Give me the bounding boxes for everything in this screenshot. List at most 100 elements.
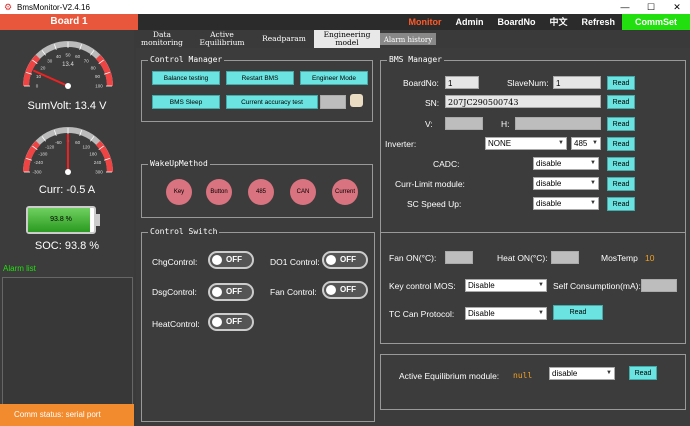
read-curr-limit-button[interactable]: Read <box>607 177 635 191</box>
gauge-tick-label: 240 <box>94 160 102 165</box>
fan-control-toggle[interactable]: OFF <box>322 281 368 299</box>
self-consumption-input[interactable] <box>641 279 677 292</box>
sumvolt-gauge-center: 13.4 <box>62 62 74 68</box>
wakeup-title: WakeUpMethod <box>148 159 210 168</box>
bms-sleep-button[interactable]: BMS Sleep <box>152 95 220 109</box>
sc-speed-label: SC Speed Up: <box>407 199 462 209</box>
v-input[interactable] <box>445 117 483 130</box>
fan-control-label: Fan Control: <box>270 287 317 297</box>
cadc-label: CADC: <box>433 159 460 169</box>
read-sn-button[interactable]: Read <box>607 95 635 109</box>
inverter-port-select[interactable]: 485 ▼ <box>571 137 601 150</box>
soc-battery: 93.8 % <box>26 206 96 234</box>
current-accuracy-test-button[interactable]: Current accuracy test <box>226 95 318 109</box>
inverter-select[interactable]: NONE ▼ <box>485 137 567 150</box>
curr-limit-select[interactable]: disable ▼ <box>533 177 599 190</box>
wakeup-485-button[interactable]: 485 <box>248 179 274 205</box>
toggle-state: OFF <box>340 255 356 264</box>
read-inverter-button[interactable]: Read <box>607 137 635 151</box>
close-button[interactable]: ✕ <box>664 0 690 14</box>
tab-label: Readparam <box>262 34 306 43</box>
active-eq-select[interactable]: disable ▼ <box>549 367 615 380</box>
minimize-button[interactable]: — <box>612 0 638 14</box>
tab-alarm-history[interactable]: Alarm history <box>380 33 436 45</box>
read-vh-button[interactable]: Read <box>607 117 635 131</box>
menu-refresh[interactable]: Refresh <box>574 14 622 30</box>
board-tab[interactable]: Board 1 <box>0 14 138 30</box>
maximize-button[interactable]: ☐ <box>638 0 664 14</box>
wakeup-current-button[interactable]: Current <box>332 179 358 205</box>
sn-label: SN: <box>425 98 440 108</box>
tc-can-select[interactable]: Disable ▼ <box>465 307 547 320</box>
boardno-input[interactable]: 1 <box>445 76 479 89</box>
menu-boardno[interactable]: BoardNo <box>490 14 542 30</box>
menu-commset[interactable]: CommSet <box>622 14 690 30</box>
gauge-tick-label: -300 <box>32 170 42 175</box>
engineer-mode-button[interactable]: Engineer Mode <box>300 71 368 85</box>
current-accuracy-confirm-button[interactable] <box>350 94 363 107</box>
key-mos-select[interactable]: Disable ▼ <box>465 279 547 292</box>
read-sc-speed-button[interactable]: Read <box>607 197 635 211</box>
fan-on-label: Fan ON(°C): <box>389 253 437 263</box>
tab-active-equilibrium[interactable]: Active Equilibrium <box>190 30 254 48</box>
cadc-select[interactable]: disable ▼ <box>533 157 599 170</box>
wakeup-can-button[interactable]: CAN <box>290 179 316 205</box>
gauge-tick-label: 70 <box>84 58 90 63</box>
inverter-select-value: NONE <box>488 139 512 148</box>
tab-data-monitoring[interactable]: Data monitoring <box>134 30 190 48</box>
read-active-eq-button[interactable]: Read <box>629 366 657 380</box>
balance-testing-button[interactable]: Balance testing <box>152 71 220 85</box>
tab-label: Equilibrium <box>199 38 245 47</box>
v-label: V: <box>425 119 433 129</box>
dsg-control-toggle[interactable]: OFF <box>208 283 254 301</box>
soc-label: SOC: 93.8 % <box>34 240 100 252</box>
boardno-label: BoardNo: <box>403 78 439 88</box>
bms-manager-title: BMS Manager <box>387 55 444 64</box>
heat-control-label: HeatControl: <box>152 319 200 329</box>
app-icon: ⚙ <box>4 1 13 12</box>
tc-can-select-value: Disable <box>468 309 495 318</box>
restart-bms-button[interactable]: Restart BMS <box>226 71 294 85</box>
read-cadc-button[interactable]: Read <box>607 157 635 171</box>
menu-language[interactable]: 中文 <box>542 14 574 30</box>
tc-can-label: TC Can Protocol: <box>389 309 455 319</box>
tab-readparam[interactable]: Readparam <box>254 30 314 48</box>
tab-engineering-model[interactable]: Engineering model <box>314 30 380 48</box>
heat-on-input[interactable] <box>551 251 579 264</box>
self-consumption-label: Self Consumption(mA): <box>553 281 641 291</box>
window-controls: — ☐ ✕ <box>612 0 690 14</box>
wakeup-key-button[interactable]: Key <box>166 179 192 205</box>
chevron-down-icon: ▼ <box>590 200 596 206</box>
sn-input[interactable]: 207JC290500743 <box>445 95 601 108</box>
control-switch-title: Control Switch <box>148 227 220 236</box>
chg-control-toggle[interactable]: OFF <box>208 251 254 269</box>
slavenum-input[interactable]: 1 <box>553 76 601 89</box>
current-label: Curr: -0.5 A <box>38 184 96 196</box>
toggle-knob <box>212 255 222 265</box>
gauge-tick-label: -60 <box>55 140 62 145</box>
do1-control-label: DO1 Control: <box>270 257 320 267</box>
read-tc-can-button[interactable]: Read <box>553 305 603 320</box>
cadc-select-value: disable <box>536 159 562 168</box>
tab-label: Alarm history <box>383 36 433 44</box>
chg-control-label: ChgControl: <box>152 257 198 267</box>
fan-on-input[interactable] <box>445 251 473 264</box>
sumvolt-needle-hub <box>65 83 71 89</box>
gauge-tick-label: 100 <box>95 84 103 89</box>
heat-control-toggle[interactable]: OFF <box>208 313 254 331</box>
sc-speed-select-value: disable <box>536 199 562 208</box>
do1-control-toggle[interactable]: OFF <box>322 251 368 269</box>
chevron-down-icon: ▼ <box>538 282 544 288</box>
battery-tip <box>96 214 100 226</box>
menu-admin[interactable]: Admin <box>448 14 490 30</box>
read-boardno-button[interactable]: Read <box>607 76 635 90</box>
current-accuracy-input[interactable] <box>320 95 346 109</box>
toggle-knob <box>326 255 336 265</box>
wakeup-button-button[interactable]: Button <box>206 179 232 205</box>
sc-speed-select[interactable]: disable ▼ <box>533 197 599 210</box>
active-equilibrium-group: Active Equilibrium module: null disable ▼… <box>380 354 686 410</box>
gauge-tick-label: 120 <box>82 144 90 149</box>
h-input[interactable] <box>515 117 601 130</box>
inverter-label: Inverter: <box>385 139 417 149</box>
menu-monitor[interactable]: Monitor <box>401 14 448 30</box>
